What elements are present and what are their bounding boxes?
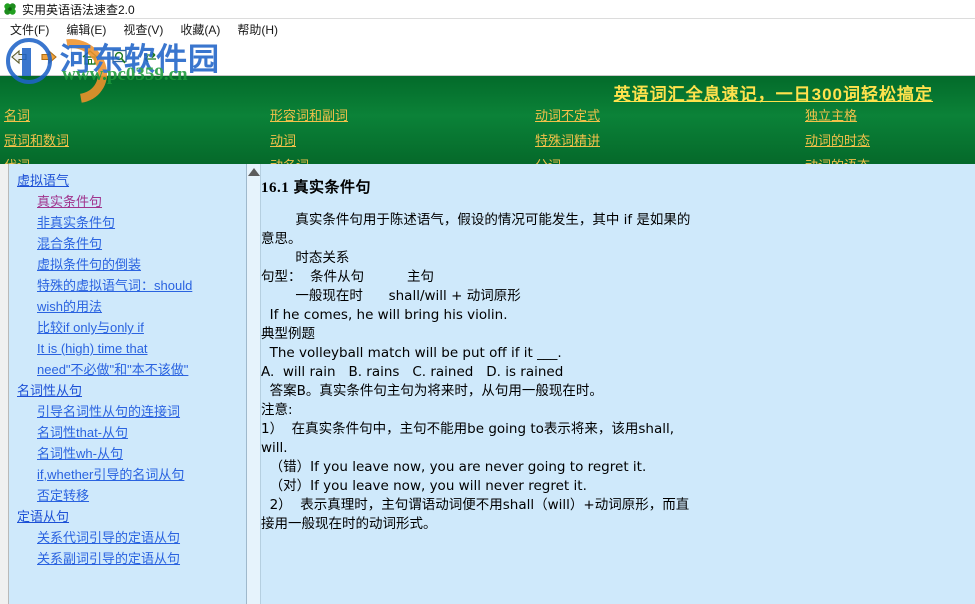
nav-link-verb-tense[interactable]: 动词的时态 [805,130,975,149]
sidebar-item[interactable]: 否定转移 [9,485,246,506]
nav-link-grid: 名词 形容词和副词 动词不定式 独立主格 冠词和数词 动词 特殊词精讲 动词的时… [0,102,975,164]
sidebar-item[interactable]: 引导名词性从句的连接词 [9,401,246,422]
content-area: 虚拟语气 真实条件句 非真实条件句 混合条件句 虚拟条件句的倒装 特殊的虚拟语气词：sho… [0,164,975,604]
nav-link-article-numeral[interactable]: 冠词和数词 [0,130,270,149]
sidebar-item[interactable]: 虚拟语气 [9,170,246,191]
clover-icon [3,2,17,16]
sidebar-item[interactable]: need"不必做"和"本不该做" [9,359,246,380]
home-button[interactable] [77,44,103,70]
refresh-button[interactable] [137,44,163,70]
application-window: 实用英语语法速查2.0 文件(F) 编辑(E) 视查(V) 收藏(A) 帮助(H… [0,0,975,604]
example-answer: 答案B。真实条件句主句为将来时，从句用一般现在时。 [261,383,603,399]
nav-link-special-words[interactable]: 特殊词精讲 [535,130,805,149]
search-button[interactable] [107,44,133,70]
pattern-line-1: 句型： 条件从句 主句 [261,269,434,285]
tense-relation-title: 时态关系 [261,250,350,266]
example-section-title: 典型例题 [261,326,315,342]
sidebar-item[interactable]: It is (high) time that [9,338,246,359]
sidebar-item[interactable]: 名词性wh-从句 [9,443,246,464]
sidebar-tree: 虚拟语气 真实条件句 非真实条件句 混合条件句 虚拟条件句的倒装 特殊的虚拟语气词：sho… [9,164,247,604]
nav-link-gerund[interactable]: 动名词 [270,155,535,164]
pattern-line-2: 一般现在时 shall/will + 动词原形 [261,288,521,304]
nav-link-participle[interactable]: 分词 [535,155,805,164]
toolbar-separator [71,47,72,67]
menu-bar: 文件(F) 编辑(E) 视查(V) 收藏(A) 帮助(H) [0,19,975,39]
menu-edit[interactable]: 编辑(E) [62,21,119,38]
sidebar-item[interactable]: 关系代词引导的定语从句 [9,527,246,548]
menu-favorites[interactable]: 收藏(A) [176,21,233,38]
document-scrollbar[interactable] [247,164,261,604]
example-question: The volleyball match will be put off if … [261,345,562,361]
nav-link-verb[interactable]: 动词 [270,130,535,149]
sidebar-item[interactable]: 非真实条件句 [9,212,246,233]
sidebar-scrollbar[interactable] [0,164,9,604]
sidebar-item[interactable]: 名词性从句 [9,380,246,401]
note-1-wrong-example: （错）If you leave now, you are never going… [261,459,647,475]
nav-row: 代词 动名词 分词 动词的语态 [0,152,975,164]
menu-help[interactable]: 帮助(H) [233,21,291,38]
back-button[interactable] [6,44,32,70]
page-title: 16.1 真实条件句 [261,180,372,196]
sidebar-item[interactable]: 定语从句 [9,506,246,527]
sidebar-item[interactable]: 名词性that-从句 [9,422,246,443]
nav-row: 名词 形容词和副词 动词不定式 独立主格 [0,102,975,127]
document-body: 16.1 真实条件句 真实条件句用于陈述语气，假设的情况可能发生，其中 if 是… [261,164,975,604]
note-item-2: 2） 表示真理时，主句谓语动词便不用shall（will）+动词原形，而直 接用… [261,497,690,532]
sidebar-item[interactable]: 虚拟条件句的倒装 [9,254,246,275]
intro-paragraph: 真实条件句用于陈述语气，假设的情况可能发生，其中 if 是如果的 意思。 [261,212,691,247]
sidebar-item[interactable]: 混合条件句 [9,233,246,254]
green-header-band: 英语词汇全息速记，一日300词轻松搞定 名词 形容词和副词 动词不定式 独立主格… [0,76,975,164]
forward-button[interactable] [36,44,62,70]
note-item-1: 1） 在真实条件句中，主句不能用be going to表示将来，该用shall,… [261,421,675,456]
nav-link-adjective-adverb[interactable]: 形容词和副词 [270,105,535,124]
sidebar-item[interactable]: if,whether引导的名词从句 [9,464,246,485]
note-1-right-example: （对）If you leave now, you will never regr… [261,478,587,494]
nav-link-absolute-construction[interactable]: 独立主格 [805,105,975,124]
menu-view[interactable]: 视查(V) [119,21,176,38]
toolbar [0,39,975,76]
sidebar-item[interactable]: wish的用法 [9,296,246,317]
nav-link-infinitive[interactable]: 动词不定式 [535,105,805,124]
menu-file[interactable]: 文件(F) [6,21,62,38]
nav-link-verb-voice[interactable]: 动词的语态 [805,155,975,164]
nav-link-pronoun[interactable]: 代词 [0,155,270,164]
nav-row: 冠词和数词 动词 特殊词精讲 动词的时态 [0,127,975,152]
example-options: A. will rain B. rains C. rained D. is ra… [261,364,564,380]
pattern-example-sentence: If he comes, he will bring his violin. [261,307,508,323]
title-bar: 实用英语语法速查2.0 [0,0,975,19]
window-title: 实用英语语法速查2.0 [22,2,135,17]
document-pane: 16.1 真实条件句 真实条件句用于陈述语气，假设的情况可能发生，其中 if 是… [247,164,975,604]
sidebar-item[interactable]: 真实条件句 [9,191,246,212]
nav-link-noun[interactable]: 名词 [0,105,270,124]
sidebar-item[interactable]: 比较if only与only if [9,317,246,338]
sidebar-item[interactable]: 关系副词引导的定语从句 [9,548,246,569]
sidebar-item[interactable]: 特殊的虚拟语气词：should [9,275,246,296]
note-section-title: 注意: [261,402,293,418]
scroll-up-icon[interactable] [248,168,260,176]
